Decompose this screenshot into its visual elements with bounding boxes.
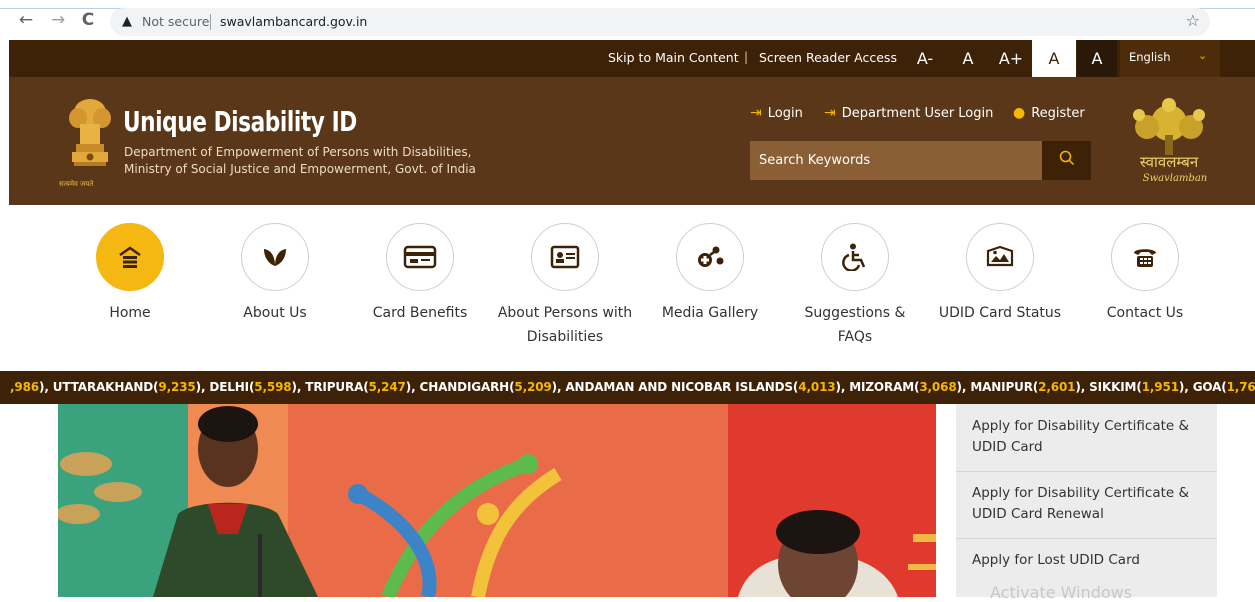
nav-item-home[interactable]: Home [55,223,205,325]
font-normal-button[interactable]: A [952,40,984,77]
apply-lost-card-link[interactable]: Apply for Lost UDID Card [956,550,1217,571]
font-increase-button[interactable]: A+ [995,40,1027,77]
nav-label: Card Benefits [372,305,468,321]
site-title[interactable]: Unique Disability ID [123,105,357,138]
site-subtitle-line2: Ministry of Social Justice and Empowerme… [124,162,476,176]
strip-separator: | [744,50,749,64]
id-card-icon [531,223,599,291]
ticker-entry: DELHI(5,598), [209,380,306,394]
card-status-icon [966,223,1034,291]
ticker-entry: MANIPUR(2,601), [970,380,1090,394]
accessibility-strip: Skip to Main Content | Screen Reader Acc… [9,40,1255,77]
media-icon [676,223,744,291]
user-icon: ● [1013,105,1026,121]
hero-banner-image [58,404,936,597]
swavlamban-logo[interactable]: स्वावलम्बन Swavlamban [1117,95,1221,189]
screen-reader-link[interactable]: Screen Reader Access [759,50,897,65]
emblem-motto: सत्यमेव जयते [59,180,94,188]
nav-item-card-benefits[interactable]: Card Benefits [345,223,495,325]
nav-label: Home [109,305,151,321]
reload-icon[interactable]: C [78,10,98,30]
back-arrow-icon[interactable]: ← [16,10,36,30]
ticker-entry: MIZORAM(3,068), [849,380,971,394]
panel-divider [956,538,1217,539]
wheelchair-icon [821,223,889,291]
ticker-entry: ANDAMAN AND NICOBAR ISLANDS(4,013), [565,380,850,394]
ticker-entry: SIKKIM(1,951), [1089,380,1193,394]
ticker-entry: CHANDIGARH(5,209), [419,380,566,394]
search-button[interactable] [1042,141,1091,180]
site-header: सत्यमेव जयते Unique Disability ID Depart… [9,77,1255,205]
nav-label: Contact Us [1106,305,1184,321]
bookmark-star-icon[interactable]: ☆ [1186,11,1200,30]
ticker-entry: GOA(1,766), [1192,380,1255,394]
logo-hindi-text: स्वावलम्बन [1140,153,1199,171]
ticker-text: ,986), UTTARAKHAND(9,235), DELHI(5,598),… [10,380,1255,394]
nav-item-contact-us[interactable]: Contact Us [1070,223,1220,325]
nav-label: UDID Card Status [938,305,1062,321]
site-subtitle-line1: Department of Empowerment of Persons wit… [124,145,472,159]
nav-item-about-persons-with-disabilities[interactable]: About Persons with Disabilities [490,223,640,349]
font-decrease-button[interactable]: A- [909,40,941,77]
department-login-link[interactable]: ⇥ Department User Login [824,105,993,121]
apply-disability-certificate-link[interactable]: Apply for Disability Certificate & UDID C… [956,416,1217,458]
ticker-entry: UTTARAKHAND(9,235), [52,380,210,394]
search-icon [1059,150,1074,166]
leaf-icon [241,223,309,291]
phone-icon [1111,223,1179,291]
home-icon [96,223,164,291]
address-bar[interactable]: ▲ Not secure swavlambancard.gov.in ☆ [110,8,1210,36]
activate-windows-watermark: Activate Windows [990,583,1133,602]
login-icon: ⇥ [750,105,762,121]
register-label: Register [1031,106,1085,121]
ticker-entry: TRIPURA(5,247), [305,380,420,394]
nav-item-suggestions-faqs[interactable]: Suggestions & FAQs [780,223,930,349]
search-input[interactable] [750,141,1042,180]
forward-arrow-icon[interactable]: → [48,10,68,30]
browser-toolbar: ← → C ▲ Not secure swavlambancard.gov.in… [0,0,1255,40]
contrast-dark-button[interactable]: A [1077,40,1117,77]
nav-label: Media Gallery [661,305,759,321]
main-navigation: Home About Us Card Benefits About Person… [0,205,1255,365]
url-text[interactable]: swavlambancard.gov.in [220,14,367,29]
language-label: English [1129,50,1171,64]
national-emblem-icon [69,99,111,166]
state-count-ticker[interactable]: ,986), UTTARAKHAND(9,235), DELHI(5,598),… [0,371,1255,404]
nav-item-media-gallery[interactable]: Media Gallery [635,223,785,325]
ticker-entry: ,986), [10,380,53,394]
logo-english-text: Swavlamban [1143,173,1207,184]
nav-item-about-us[interactable]: About Us [200,223,350,325]
department-login-label: Department User Login [841,106,994,121]
register-link[interactable]: ● Register [1013,105,1085,121]
language-select[interactable]: English ⌄ [1120,40,1220,77]
login-icon: ⇥ [824,105,836,121]
contrast-light-button[interactable]: A [1032,40,1076,77]
card-icon [386,223,454,291]
security-status[interactable]: Not secure [142,14,209,29]
skip-to-main-link[interactable]: Skip to Main Content [608,50,739,65]
nav-label: Suggestions & FAQs [804,305,906,345]
quick-links-panel: Apply for Disability Certificate & UDID C… [956,404,1217,597]
login-link[interactable]: ⇥ Login [750,105,803,121]
login-label: Login [767,106,803,121]
chevron-down-icon: ⌄ [1198,49,1208,62]
warning-icon[interactable]: ▲ [122,14,132,29]
panel-divider [956,471,1217,472]
url-divider [210,14,211,30]
nav-item-udid-card-status[interactable]: UDID Card Status [925,223,1075,325]
apply-renewal-link[interactable]: Apply for Disability Certificate & UDID C… [956,483,1217,525]
nav-label: About Us [243,305,307,321]
nav-label: About Persons with Disabilities [497,305,633,345]
